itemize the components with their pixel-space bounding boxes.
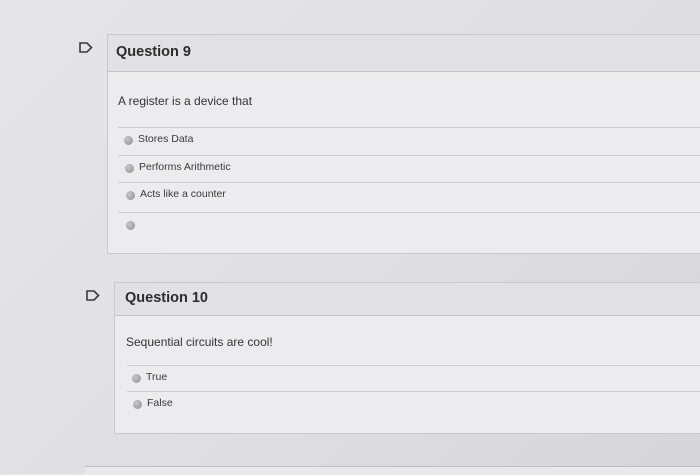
question-9-prompt: A register is a device that [118,94,253,108]
answer-label: Performs Arithmetic [139,161,231,173]
radio-button-icon[interactable] [132,374,141,383]
question-9-answers: Stores Data Performs Arithmetic Acts lik… [118,127,700,247]
radio-button-icon[interactable] [124,136,133,145]
question-9-card: Question 9 A register is a device that S… [107,34,700,254]
radio-button-icon[interactable] [133,400,142,409]
radio-button-icon[interactable] [126,191,135,200]
flag-icon[interactable] [86,290,100,301]
question-10-title: Question 10 [125,290,208,306]
question-10-prompt: Sequential circuits are cool! [126,335,273,349]
answer-option[interactable]: Stores Data [118,127,700,154]
answer-option[interactable]: Acts like a counter [118,182,700,209]
answer-label: True [146,371,168,383]
radio-button-icon[interactable] [126,221,135,230]
answer-option[interactable]: False [127,391,700,418]
flag-icon[interactable] [79,42,93,53]
answer-option[interactable] [118,212,700,239]
question-10-card: Question 10 Sequential circuits are cool… [114,282,700,434]
next-question-edge [85,466,700,475]
answer-option[interactable]: True [127,365,700,392]
answer-label: Acts like a counter [140,188,226,200]
question-10-header: Question 10 [115,283,700,316]
question-10-answers: True False [127,365,700,425]
question-9-title: Question 9 [116,44,191,60]
radio-button-icon[interactable] [125,164,134,173]
answer-label: False [147,397,173,409]
answer-label: Stores Data [138,133,194,145]
question-9-header: Question 9 [108,35,700,72]
answer-option[interactable]: Performs Arithmetic [118,155,700,182]
